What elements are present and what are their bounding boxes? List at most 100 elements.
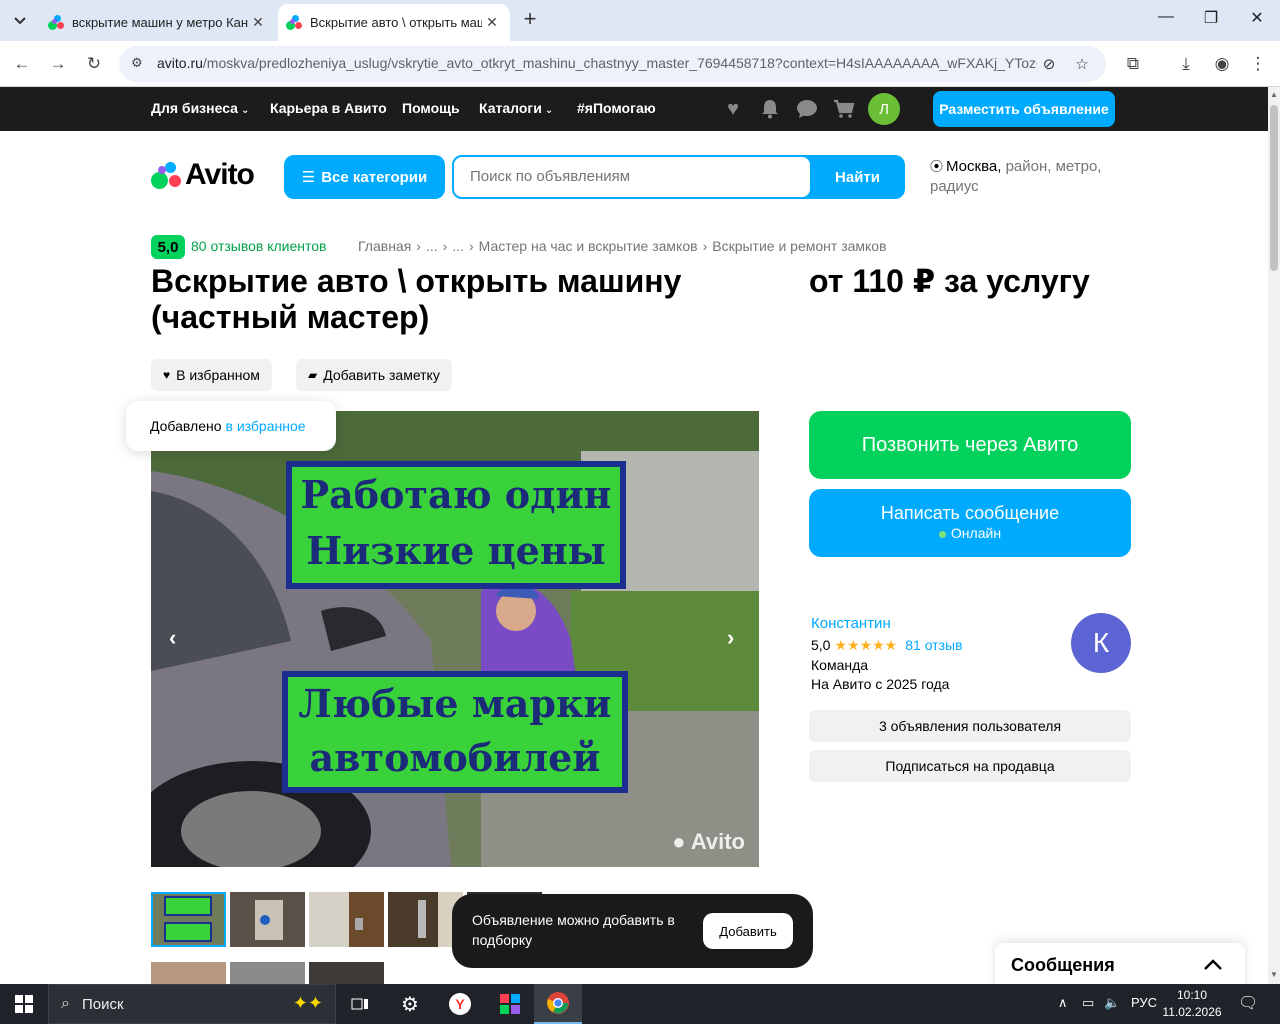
reviews-link[interactable]: 80 отзывов клиентов xyxy=(191,238,327,254)
page-scrollbar[interactable]: ▲ ▼ xyxy=(1268,87,1280,984)
tray-expand-icon[interactable]: ∧ xyxy=(1058,995,1068,1011)
seller-listings-label: 3 объявления пользователя xyxy=(878,718,1062,734)
nav-help[interactable]: Помощь xyxy=(402,100,460,116)
site-info-icon[interactable]: ⚙ xyxy=(131,55,149,73)
breadcrumb-item[interactable]: ... xyxy=(452,238,464,254)
chevron-up-icon[interactable] xyxy=(1203,951,1223,977)
language-indicator[interactable]: РУС xyxy=(1131,995,1157,1010)
gallery-prev-icon[interactable]: ‹ xyxy=(169,625,176,651)
nav-business[interactable]: Для бизнеса ⌄ xyxy=(151,100,249,116)
close-tab-icon[interactable]: ✕ xyxy=(248,14,268,31)
browser-tab[interactable]: вскрытие машин у метро Кант ✕ xyxy=(40,4,276,41)
breadcrumb-item[interactable]: ... xyxy=(426,238,438,254)
close-window-icon[interactable]: ✕ xyxy=(1245,8,1269,32)
profile-icon[interactable]: ◉ xyxy=(1209,51,1235,77)
add-to-collection-button[interactable]: Добавить xyxy=(703,913,793,949)
call-button[interactable]: Позвонить через Авито xyxy=(809,411,1131,479)
forward-icon[interactable]: → xyxy=(45,51,71,77)
settings-gear-icon[interactable]: ⚙ xyxy=(386,984,434,1024)
taskbar-search-label: Поиск xyxy=(81,995,124,1013)
bookmark-star-icon[interactable]: ☆ xyxy=(1072,54,1092,74)
reload-icon[interactable]: ↻ xyxy=(81,51,107,77)
notification-center-icon[interactable]: 🗨 xyxy=(1238,993,1258,1013)
close-tab-icon[interactable]: ✕ xyxy=(482,14,502,31)
thumbnail[interactable] xyxy=(309,892,384,947)
address-bar[interactable]: ⚙ avito.ru/moskva/predlozheniya_uslug/vs… xyxy=(119,46,1106,82)
subscribe-seller-button[interactable]: Подписаться на продавца xyxy=(809,750,1131,782)
browser-tab-active[interactable]: Вскрытие авто \ открыть маши ✕ xyxy=(278,4,510,41)
banner-line: Любые марки xyxy=(298,681,612,726)
favorite-toast: Добавлено в избранное xyxy=(126,401,336,451)
main-photo[interactable]: Работаю один Низкие цены Любые марки авт… xyxy=(151,411,759,867)
breadcrumb-item[interactable]: Главная xyxy=(358,238,411,254)
search-input[interactable]: Поиск по объявлениям xyxy=(454,157,810,197)
menu-kebab-icon[interactable]: ⋮ xyxy=(1245,51,1271,77)
online-label: Онлайн xyxy=(950,525,1002,541)
nav-catalogs[interactable]: Каталоги ⌄ xyxy=(479,100,553,116)
call-label: Позвонить через Авито xyxy=(861,433,1079,456)
rating-value: 5,0 xyxy=(157,238,179,256)
search-button[interactable]: Найти xyxy=(812,157,903,197)
banner-line: Работаю один xyxy=(300,472,612,517)
nav-ihelp[interactable]: #яПомогаю xyxy=(577,100,656,116)
taskbar-search[interactable]: ⌕ Поиск ✦✦ xyxy=(48,984,336,1024)
tab-search-button[interactable] xyxy=(6,7,34,35)
online-status: Онлайн xyxy=(809,525,1131,541)
watermark-dot-icon: ● xyxy=(672,829,686,854)
yandex-browser-icon[interactable]: Y xyxy=(436,984,484,1024)
nav-career[interactable]: Карьера в Авито xyxy=(270,100,387,116)
seller-listings-button[interactable]: 3 объявления пользователя xyxy=(809,710,1131,742)
volume-icon[interactable]: 🔈 xyxy=(1104,995,1120,1011)
notifications-bell-icon[interactable] xyxy=(758,97,782,121)
network-icon[interactable]: ▭ xyxy=(1082,995,1094,1011)
toast-favorites-link[interactable]: в избранное xyxy=(226,418,306,434)
taskbar-clock[interactable]: 10:10 11.02.2026 xyxy=(1160,987,1224,1021)
messages-panel[interactable]: Сообщения xyxy=(995,943,1245,984)
user-avatar[interactable]: Л xyxy=(868,93,900,125)
seller-rating-value: 5,0 xyxy=(811,637,831,653)
breadcrumb-sep: › xyxy=(702,238,708,254)
scrollbar-thumb[interactable] xyxy=(1270,105,1278,271)
photo-banner-top: Работаю один Низкие цены xyxy=(286,461,626,589)
breadcrumb-item[interactable]: Вскрытие и ремонт замков xyxy=(712,238,886,254)
thumbnail[interactable] xyxy=(230,962,305,984)
task-view-icon[interactable] xyxy=(336,984,384,1024)
minimize-icon[interactable]: — xyxy=(1154,8,1178,32)
post-ad-button[interactable]: Разместить объявление xyxy=(933,91,1115,127)
all-categories-button[interactable]: ☰ Все категории xyxy=(284,155,445,199)
clock-time: 10:10 xyxy=(1176,988,1208,1002)
download-icon[interactable]: ⤓ xyxy=(1173,51,1199,77)
thumbnail[interactable] xyxy=(230,892,305,947)
favorite-button[interactable]: ♥ В избранном xyxy=(151,359,272,391)
restore-icon[interactable]: ❐ xyxy=(1199,8,1223,32)
gallery-next-icon[interactable]: › xyxy=(727,625,734,651)
location-selector[interactable]: ⦿ Москва, район, метро, радиус xyxy=(930,157,1120,197)
tracking-protection-icon[interactable]: ⊘ xyxy=(1039,54,1059,74)
thumbnail[interactable] xyxy=(151,962,226,984)
app-grid-icon[interactable] xyxy=(486,984,534,1024)
add-note-button[interactable]: ▰ Добавить заметку xyxy=(296,359,452,391)
chrome-taskbar-icon[interactable] xyxy=(534,984,582,1024)
avito-logo[interactable]: Avito xyxy=(151,158,255,191)
messages-chat-icon[interactable] xyxy=(795,97,819,121)
new-tab-button[interactable]: + xyxy=(518,8,542,32)
thumbnail[interactable] xyxy=(151,892,226,947)
seller-reviews-link[interactable]: 81 отзыв xyxy=(905,637,962,653)
extensions-icon[interactable]: ⧉ xyxy=(1120,51,1146,77)
start-button[interactable] xyxy=(0,984,48,1024)
note-label: Добавить заметку xyxy=(323,367,440,383)
seller-rating: 5,0 ★★★★★ 81 отзыв xyxy=(811,637,963,654)
scroll-up-icon[interactable]: ▲ xyxy=(1270,90,1278,99)
thumbnail[interactable] xyxy=(309,962,384,984)
cart-icon[interactable] xyxy=(832,97,856,121)
seller-name[interactable]: Константин xyxy=(811,615,891,632)
favorites-heart-icon[interactable]: ♥ xyxy=(721,97,745,121)
seller-avatar[interactable]: К xyxy=(1071,613,1131,673)
write-message-button[interactable]: Написать сообщение Онлайн xyxy=(809,489,1131,557)
breadcrumb-item[interactable]: Мастер на час и вскрытие замков xyxy=(479,238,698,254)
back-icon[interactable]: ← xyxy=(9,51,35,77)
scroll-down-icon[interactable]: ▼ xyxy=(1270,970,1278,979)
watermark-text: Avito xyxy=(690,829,745,854)
url-path: /moskva/predlozheniya_uslug/vskrytie_avt… xyxy=(202,55,1037,71)
url-text[interactable]: avito.ru/moskva/predlozheniya_uslug/vskr… xyxy=(157,55,1037,71)
